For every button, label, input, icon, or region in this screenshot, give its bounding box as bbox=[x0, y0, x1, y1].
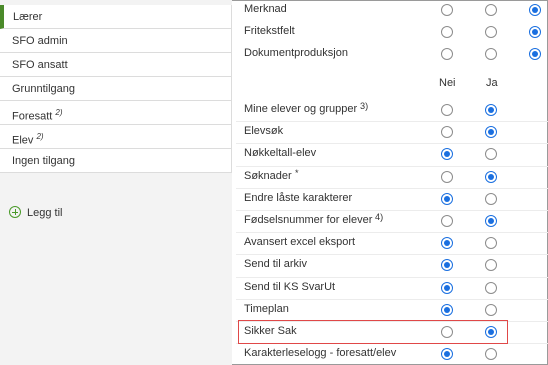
radio-option-3[interactable] bbox=[529, 26, 541, 38]
radio-no[interactable] bbox=[441, 170, 453, 183]
permission-row: Avansert excel eksport bbox=[232, 233, 548, 253]
footnote-marker: 3) bbox=[360, 101, 369, 111]
radio-no[interactable] bbox=[441, 259, 453, 272]
radio-yes[interactable] bbox=[485, 104, 497, 116]
radio-yes[interactable] bbox=[485, 259, 497, 272]
permission-row: Dokumentproduksjon bbox=[232, 44, 548, 64]
highlight-box bbox=[238, 320, 508, 344]
sidebar-item-label: Elev bbox=[12, 134, 34, 147]
sidebar-item-label: SFO admin bbox=[12, 35, 68, 47]
permission-row: Merknad bbox=[232, 0, 548, 20]
sidebar-item-laerer[interactable]: Lærer bbox=[0, 5, 232, 29]
role-sidebar: Lærer SFO admin SFO ansatt Grunntilgang … bbox=[0, 0, 232, 365]
permission-row: Mine elever og grupper 3) bbox=[232, 100, 548, 120]
radio-option-1[interactable] bbox=[441, 26, 453, 38]
radio-no[interactable] bbox=[441, 303, 453, 316]
permission-label: Avansert excel eksport bbox=[244, 236, 356, 249]
row-divider bbox=[236, 254, 548, 256]
permission-label: Elevsøk bbox=[244, 125, 284, 138]
permission-label: Søknader bbox=[244, 169, 292, 182]
role-list: Lærer SFO admin SFO ansatt Grunntilgang … bbox=[0, 5, 232, 173]
radio-no[interactable] bbox=[441, 104, 453, 116]
permission-label: Send til KS SvarUt bbox=[244, 280, 336, 293]
radio-no[interactable] bbox=[441, 281, 453, 294]
sidebar-item-grunntilgang[interactable]: Grunntilgang bbox=[0, 77, 232, 101]
permission-label: Merknad bbox=[244, 3, 287, 15]
radio-option-1[interactable] bbox=[441, 4, 453, 16]
footnote-marker: 4) bbox=[375, 212, 384, 222]
row-divider bbox=[236, 210, 548, 211]
row-divider bbox=[236, 187, 548, 189]
radio-option-2[interactable] bbox=[485, 4, 497, 16]
permission-row: Søknader * bbox=[232, 167, 548, 187]
sidebar-item-foresatt[interactable]: Foresatt 2) bbox=[0, 101, 232, 125]
radio-option-2[interactable] bbox=[485, 48, 497, 60]
permission-row: Send til arkiv bbox=[232, 255, 548, 275]
footnote-marker: 2) bbox=[36, 132, 44, 141]
plus-circle-icon bbox=[9, 206, 21, 218]
radio-yes[interactable] bbox=[485, 215, 497, 227]
sidebar-item-label: Grunntilgang bbox=[12, 83, 75, 95]
radio-no[interactable] bbox=[441, 148, 453, 161]
radio-yes[interactable] bbox=[485, 148, 497, 161]
sidebar-item-elev[interactable]: Elev 2) bbox=[0, 125, 232, 149]
radio-option-3[interactable] bbox=[529, 4, 541, 16]
permission-label: Fritekstfelt bbox=[244, 25, 295, 37]
permission-row: Timeplan bbox=[232, 300, 548, 320]
permission-label: Dokumentproduksjon bbox=[244, 47, 348, 59]
column-header-yes: Ja bbox=[486, 77, 498, 89]
permission-label: Timeplan bbox=[244, 302, 289, 315]
radio-no[interactable] bbox=[441, 348, 453, 361]
sidebar-item-sfo-admin[interactable]: SFO admin bbox=[0, 29, 232, 53]
permission-row: Endre låste karakterer bbox=[232, 189, 548, 209]
radio-yes[interactable] bbox=[485, 348, 497, 361]
footnote-marker: * bbox=[295, 167, 299, 178]
permission-row: Fritekstfelt bbox=[232, 22, 548, 42]
sidebar-item-label: Lærer bbox=[13, 11, 43, 23]
row-divider bbox=[236, 232, 548, 234]
radio-option-3[interactable] bbox=[529, 48, 541, 60]
radio-no[interactable] bbox=[441, 192, 453, 205]
radio-yes[interactable] bbox=[485, 281, 497, 294]
radio-yes[interactable] bbox=[485, 170, 497, 183]
permission-label: Send til arkiv bbox=[244, 258, 307, 271]
row-divider bbox=[236, 298, 548, 300]
radio-no[interactable] bbox=[441, 126, 453, 139]
permission-row: Karakterleselogg - foresatt/elev bbox=[232, 344, 548, 364]
radio-yes[interactable] bbox=[485, 237, 497, 250]
row-divider bbox=[236, 121, 548, 123]
radio-yes[interactable] bbox=[485, 303, 497, 316]
permission-row: Send til KS SvarUt bbox=[232, 278, 548, 298]
radio-yes[interactable] bbox=[485, 126, 497, 139]
footnote-marker: 2) bbox=[55, 108, 63, 117]
radio-option-2[interactable] bbox=[485, 26, 497, 38]
permission-label: Endre låste karakterer bbox=[244, 191, 353, 204]
add-role-button[interactable]: Legg til bbox=[9, 206, 62, 220]
permission-row: Nøkkeltall-elev bbox=[232, 144, 548, 164]
radio-no[interactable] bbox=[441, 237, 453, 250]
column-header-no: Nei bbox=[439, 77, 456, 89]
permission-label: Fødselsnummer for elever bbox=[244, 214, 373, 226]
permission-label: Mine elever og grupper bbox=[244, 103, 358, 115]
permission-row: Fødselsnummer for elever 4) bbox=[232, 211, 548, 231]
row-divider bbox=[236, 143, 548, 145]
row-divider bbox=[236, 165, 548, 167]
radio-yes[interactable] bbox=[485, 192, 497, 205]
permission-label: Nøkkeltall-elev bbox=[244, 147, 317, 160]
sidebar-item-label: Foresatt bbox=[12, 110, 53, 123]
permission-label: Karakterleselogg - foresatt/elev bbox=[244, 347, 397, 360]
add-role-label: Legg til bbox=[27, 207, 63, 219]
radio-no[interactable] bbox=[441, 215, 453, 227]
radio-option-1[interactable] bbox=[441, 48, 453, 60]
sidebar-item-label: SFO ansatt bbox=[12, 59, 68, 71]
row-divider bbox=[236, 276, 548, 278]
permissions-panel: Merknad Fritekstfelt Dokumentproduksjon … bbox=[232, 0, 548, 365]
sidebar-item-sfo-ansatt[interactable]: SFO ansatt bbox=[0, 53, 232, 77]
sidebar-item-ingen-tilgang[interactable]: Ingen tilgang bbox=[0, 149, 232, 173]
permission-row: Elevsøk bbox=[232, 122, 548, 142]
sidebar-item-label: Ingen tilgang bbox=[12, 155, 75, 167]
